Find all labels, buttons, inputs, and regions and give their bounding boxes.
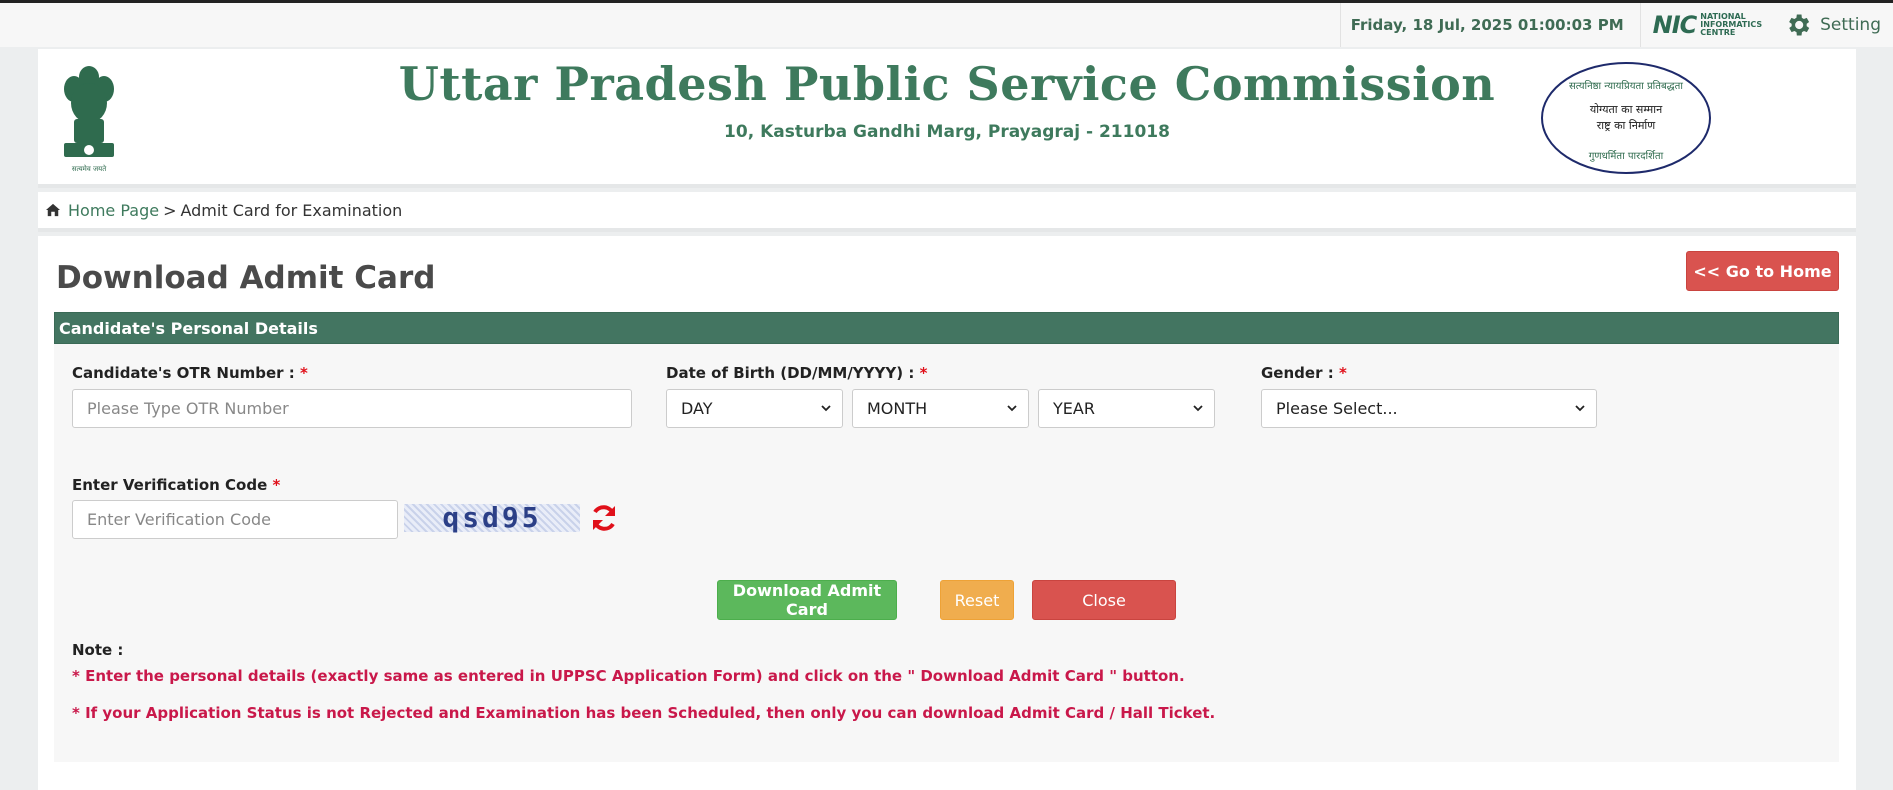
setting-button[interactable]: Setting <box>1774 11 1893 39</box>
dob-day-select[interactable]: DAY <box>666 389 843 428</box>
top-bar: Friday, 18 Jul, 2025 01:00:03 PM NIC NAT… <box>0 3 1893 47</box>
home-icon <box>46 203 60 217</box>
reset-button[interactable]: Reset <box>940 580 1014 620</box>
dob-month-select[interactable]: MONTH <box>852 389 1029 428</box>
panel-title: Candidate's Personal Details <box>54 312 1839 344</box>
close-button[interactable]: Close <box>1032 580 1176 620</box>
verification-label: Enter Verification Code * <box>72 476 281 494</box>
note-line-1: * Enter the personal details (exactly sa… <box>72 667 1185 685</box>
personal-details-panel: Candidate's Personal Details Candidate's… <box>54 312 1839 762</box>
breadcrumb: Home Page > Admit Card for Examination <box>38 192 1856 232</box>
otr-number-input[interactable] <box>72 389 632 428</box>
main-content: Download Admit Card << Go to Home Candid… <box>38 236 1856 790</box>
site-header: सत्यमेव जयते Uttar Pradesh Public Servic… <box>38 49 1856 188</box>
required-mark: * <box>919 364 928 382</box>
svg-text:राष्ट्र का निर्माण: राष्ट्र का निर्माण <box>1597 119 1656 132</box>
note-label: Note : <box>72 641 124 659</box>
nic-logo[interactable]: NIC NATIONAL INFORMATICS CENTRE <box>1641 11 1774 39</box>
refresh-icon[interactable] <box>588 502 620 534</box>
dob-year-select[interactable]: YEAR <box>1038 389 1215 428</box>
nic-logo-mark: NIC <box>1652 11 1698 39</box>
svg-text:सत्यनिष्ठा न्यायप्रियता प्रतिब: सत्यनिष्ठा न्यायप्रियता प्रतिबद्धता <box>1569 80 1683 92</box>
download-admit-card-button[interactable]: Download Admit Card <box>717 580 897 620</box>
chevron-down-icon <box>821 405 831 412</box>
breadcrumb-home-link[interactable]: Home Page <box>68 201 159 220</box>
commission-seal-icon: सत्यनिष्ठा न्यायप्रियता प्रतिबद्धता योग्… <box>1541 62 1711 174</box>
verification-code-input[interactable] <box>72 500 398 539</box>
note-line-2: * If your Application Status is not Reje… <box>72 704 1216 722</box>
required-mark: * <box>272 476 281 494</box>
breadcrumb-current: Admit Card for Examination <box>180 200 403 220</box>
gender-select[interactable]: Please Select... <box>1261 389 1597 428</box>
otr-label: Candidate's OTR Number : * <box>72 364 308 382</box>
chevron-down-icon <box>1007 405 1017 412</box>
current-datetime: Friday, 18 Jul, 2025 01:00:03 PM <box>1350 16 1624 34</box>
setting-label: Setting <box>1820 15 1881 35</box>
page-title: Download Admit Card <box>56 260 436 296</box>
dob-day-value: DAY <box>681 399 713 418</box>
svg-text:गुणधर्मिता पारदर्शिता: गुणधर्मिता पारदर्शिता <box>1589 150 1664 162</box>
dob-month-value: MONTH <box>867 399 928 418</box>
gear-icon <box>1789 14 1810 36</box>
gender-label: Gender : * <box>1261 364 1347 382</box>
gender-value: Please Select... <box>1276 399 1398 418</box>
chevron-down-icon <box>1193 405 1203 412</box>
dob-year-value: YEAR <box>1053 399 1095 418</box>
dob-label: Date of Birth (DD/MM/YYYY) : * <box>666 364 928 382</box>
svg-text:योग्यता का सम्मान: योग्यता का सम्मान <box>1590 103 1663 116</box>
breadcrumb-separator: > <box>163 200 177 220</box>
go-to-home-button[interactable]: << Go to Home <box>1686 251 1839 291</box>
required-mark: * <box>1338 364 1347 382</box>
captcha-image: qsd95 <box>404 504 580 532</box>
nic-logo-text: NATIONAL INFORMATICS CENTRE <box>1700 12 1763 37</box>
svg-text:सत्यमेव जयते: सत्यमेव जयते <box>72 164 107 173</box>
chevron-down-icon <box>1575 405 1585 412</box>
required-mark: * <box>300 364 308 382</box>
